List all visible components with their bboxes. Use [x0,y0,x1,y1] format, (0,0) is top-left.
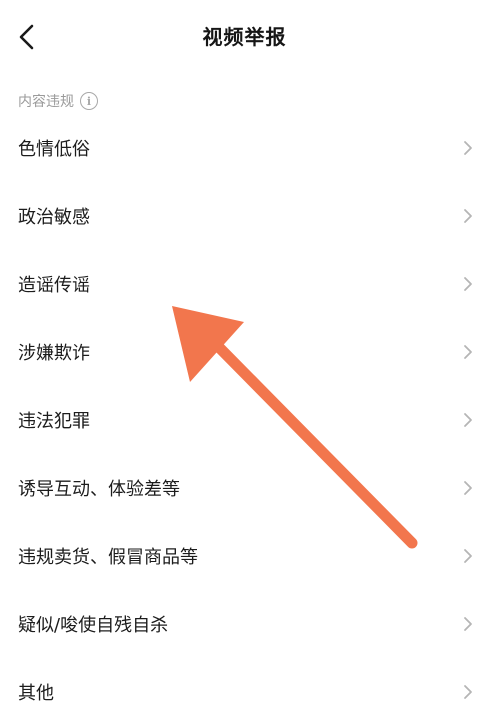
reason-label: 政治敏感 [18,207,90,228]
reason-label: 违规卖货、假冒商品等 [18,547,198,568]
reason-item-rumor[interactable]: 造谣传谣 [0,250,489,318]
header-bar: 视频举报 [0,0,489,74]
chevron-right-icon [464,413,472,427]
reason-item-pornographic[interactable]: 色情低俗 [0,114,489,182]
reason-item-political[interactable]: 政治敏感 [0,182,489,250]
reason-item-fraud[interactable]: 涉嫌欺诈 [0,318,489,386]
reason-label: 色情低俗 [18,139,90,160]
reason-item-other[interactable]: 其他 [0,658,489,715]
report-page: 视频举报 内容违规 i 色情低俗 政治敏感 造谣传谣 涉嫌欺诈 违法犯罪 诱导互… [0,0,489,715]
reason-item-induced-interaction[interactable]: 诱导互动、体验差等 [0,454,489,522]
chevron-right-icon [464,685,472,699]
reason-label: 违法犯罪 [18,411,90,432]
chevron-right-icon [464,141,472,155]
chevron-right-icon [464,617,472,631]
reason-item-illegal[interactable]: 违法犯罪 [0,386,489,454]
reason-label: 造谣传谣 [18,275,90,296]
reason-label: 其他 [18,683,54,704]
section-label: 内容违规 [18,94,74,110]
chevron-right-icon [464,345,472,359]
reason-label: 涉嫌欺诈 [18,343,90,364]
chevron-right-icon [464,209,472,223]
page-title: 视频举报 [202,25,287,49]
reason-label: 诱导互动、体验差等 [18,479,180,500]
chevron-right-icon [464,549,472,563]
chevron-right-icon [464,481,472,495]
info-icon[interactable]: i [80,92,98,110]
reason-item-illegal-sales[interactable]: 违规卖货、假冒商品等 [0,522,489,590]
chevron-right-icon [464,277,472,291]
section-header: 内容违规 i [18,91,98,111]
reason-item-self-harm[interactable]: 疑似/唆使自残自杀 [0,590,489,658]
reason-label: 疑似/唆使自残自杀 [18,615,169,636]
report-reason-list: 色情低俗 政治敏感 造谣传谣 涉嫌欺诈 违法犯罪 诱导互动、体验差等 违规卖货、… [0,114,489,715]
